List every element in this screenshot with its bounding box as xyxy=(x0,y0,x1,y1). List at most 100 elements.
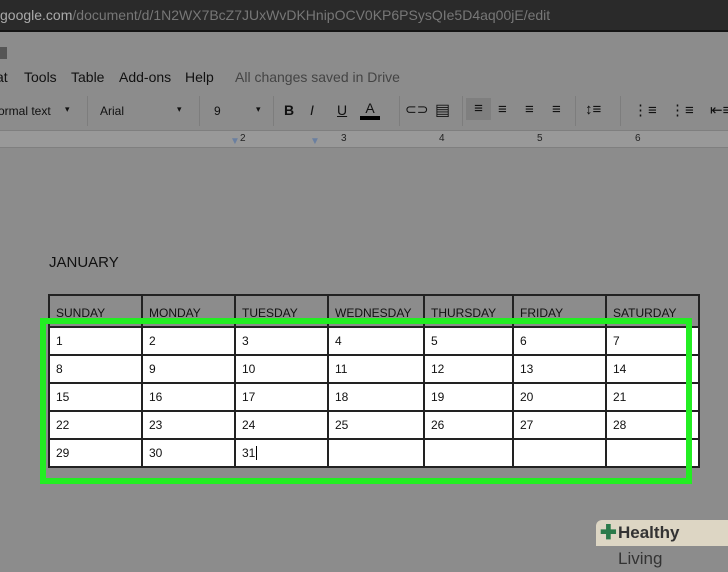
divider xyxy=(87,96,88,126)
header-cell[interactable]: THURSDAY xyxy=(423,294,514,328)
day-cell[interactable]: 22 xyxy=(48,410,143,440)
day-cell[interactable]: 13 xyxy=(512,354,607,384)
table-header-row: SUNDAY MONDAY TUESDAY WEDNESDAY THURSDAY… xyxy=(48,294,700,328)
ruler[interactable]: 2 3 4 5 6 ▼ ▼ xyxy=(0,130,728,148)
day-cell[interactable] xyxy=(327,438,425,468)
ruler-mark: 2 xyxy=(240,133,246,144)
day-cell[interactable]: 23 xyxy=(141,410,236,440)
align-left-icon[interactable]: ≡ xyxy=(466,98,491,120)
divider xyxy=(199,96,200,126)
day-cell[interactable]: 19 xyxy=(423,382,514,412)
text-cursor: ​ xyxy=(256,446,258,460)
header-cell[interactable]: SATURDAY xyxy=(605,294,700,328)
divider xyxy=(273,96,274,126)
align-justify-icon[interactable]: ≡ xyxy=(552,101,561,118)
divider xyxy=(620,96,621,126)
day-cell[interactable]: 21 xyxy=(605,382,700,412)
toolbar: ormal text ▾ Arial ▾ 9 ▾ B I U A ⊂⊃ ▤ ≡ ≡ ≡… xyxy=(0,94,728,128)
day-cell[interactable]: 17 xyxy=(234,382,329,412)
address-bar[interactable]: google.com/document/d/1N2WX7BcZ7JUxWvDKH… xyxy=(0,0,728,32)
link-icon[interactable]: ⊂⊃ xyxy=(405,101,428,118)
divider xyxy=(575,96,576,126)
day-cell[interactable]: 9 xyxy=(141,354,236,384)
bold-button[interactable]: B xyxy=(284,102,294,118)
ruler-mark: 3 xyxy=(341,133,347,144)
day-cell[interactable]: 18 xyxy=(327,382,425,412)
day-cell[interactable]: 5 xyxy=(423,326,514,356)
day-cell[interactable]: 16 xyxy=(141,382,236,412)
table-row: 22 23 24 25 26 27 28 xyxy=(48,410,700,440)
day-cell[interactable]: 24 xyxy=(234,410,329,440)
align-right-icon[interactable]: ≡ xyxy=(525,101,534,118)
url-path: /document/d/1N2WX7BcZ7JUxWvDKHnipOCV0KP6… xyxy=(72,7,551,23)
day-cell[interactable]: 26 xyxy=(423,410,514,440)
align-center-icon[interactable]: ≡ xyxy=(498,101,507,118)
ruler-mark: 6 xyxy=(635,133,641,144)
folder-icon[interactable] xyxy=(0,47,7,59)
day-cell[interactable]: 30 xyxy=(141,438,236,468)
italic-button[interactable]: I xyxy=(310,102,314,118)
watermark-logo: ✚ Healthy Living xyxy=(596,520,728,568)
table-row: 15 16 17 18 19 20 21 xyxy=(48,382,700,412)
day-cell[interactable]: 7 xyxy=(605,326,700,356)
menu-addons[interactable]: Add-ons xyxy=(119,69,171,85)
menu-tools[interactable]: Tools xyxy=(24,69,57,85)
comment-icon[interactable]: ▤ xyxy=(435,100,450,120)
calendar-table[interactable]: SUNDAY MONDAY TUESDAY WEDNESDAY THURSDAY… xyxy=(48,294,700,468)
table-row: 8 9 10 11 12 13 14 xyxy=(48,354,700,384)
bulleted-list-icon[interactable]: ⋮≡ xyxy=(670,101,694,119)
day-cell[interactable]: 27 xyxy=(512,410,607,440)
day-cell[interactable]: 3 xyxy=(234,326,329,356)
header-cell[interactable]: SUNDAY xyxy=(48,294,143,328)
day-cell[interactable]: 10 xyxy=(234,354,329,384)
indent-icon[interactable]: ⇤≡ xyxy=(710,101,728,119)
menu-table[interactable]: Table xyxy=(71,69,104,85)
indent-marker-icon[interactable]: ▼ xyxy=(230,136,240,147)
divider xyxy=(399,96,400,126)
day-cell[interactable]: 29 xyxy=(48,438,143,468)
day-cell[interactable]: 12 xyxy=(423,354,514,384)
ruler-mark: 4 xyxy=(439,133,445,144)
day-cell[interactable] xyxy=(605,438,700,468)
menu-format[interactable]: at xyxy=(0,69,8,85)
menu-help[interactable]: Help xyxy=(185,69,214,85)
day-cell[interactable]: 15 xyxy=(48,382,143,412)
day-cell[interactable]: 28 xyxy=(605,410,700,440)
header-cell[interactable]: TUESDAY xyxy=(234,294,329,328)
chevron-down-icon: ▾ xyxy=(177,104,182,114)
day-cell[interactable]: 25 xyxy=(327,410,425,440)
day-cell[interactable]: 31​ xyxy=(234,438,329,468)
table-row: 293031​ xyxy=(48,438,700,468)
day-cell[interactable]: 4 xyxy=(327,326,425,356)
style-select[interactable]: ormal text xyxy=(0,104,51,118)
doc-heading: JANUARY xyxy=(49,254,119,271)
day-cell[interactable] xyxy=(512,438,607,468)
ruler-mark: 5 xyxy=(537,133,543,144)
size-select[interactable]: 9 xyxy=(214,104,221,118)
day-cell[interactable]: 6 xyxy=(512,326,607,356)
chevron-down-icon: ▾ xyxy=(65,104,70,114)
text-color-button[interactable]: A xyxy=(360,100,380,120)
plus-icon: ✚ xyxy=(600,522,617,544)
day-cell[interactable] xyxy=(423,438,514,468)
logo-text: Living xyxy=(618,549,663,568)
logo-text: Healthy xyxy=(618,523,680,542)
header-cell[interactable]: MONDAY xyxy=(141,294,236,328)
underline-button[interactable]: U xyxy=(337,102,347,118)
numbered-list-icon[interactable]: ⋮≡ xyxy=(633,101,657,119)
divider xyxy=(462,96,463,126)
indent-marker-icon[interactable]: ▼ xyxy=(310,136,320,147)
day-cell[interactable]: 11 xyxy=(327,354,425,384)
line-spacing-icon[interactable]: ↕≡ xyxy=(585,101,601,118)
day-cell[interactable]: 1 xyxy=(48,326,143,356)
day-cell[interactable]: 14 xyxy=(605,354,700,384)
save-status: All changes saved in Drive xyxy=(235,69,400,85)
header-cell[interactable]: FRIDAY xyxy=(512,294,607,328)
header-cell[interactable]: WEDNESDAY xyxy=(327,294,425,328)
day-cell[interactable]: 20 xyxy=(512,382,607,412)
chevron-down-icon: ▾ xyxy=(256,104,261,114)
day-cell[interactable]: 8 xyxy=(48,354,143,384)
font-select[interactable]: Arial xyxy=(100,104,124,118)
day-cell[interactable]: 2 xyxy=(141,326,236,356)
url-domain: google.com xyxy=(0,7,73,23)
